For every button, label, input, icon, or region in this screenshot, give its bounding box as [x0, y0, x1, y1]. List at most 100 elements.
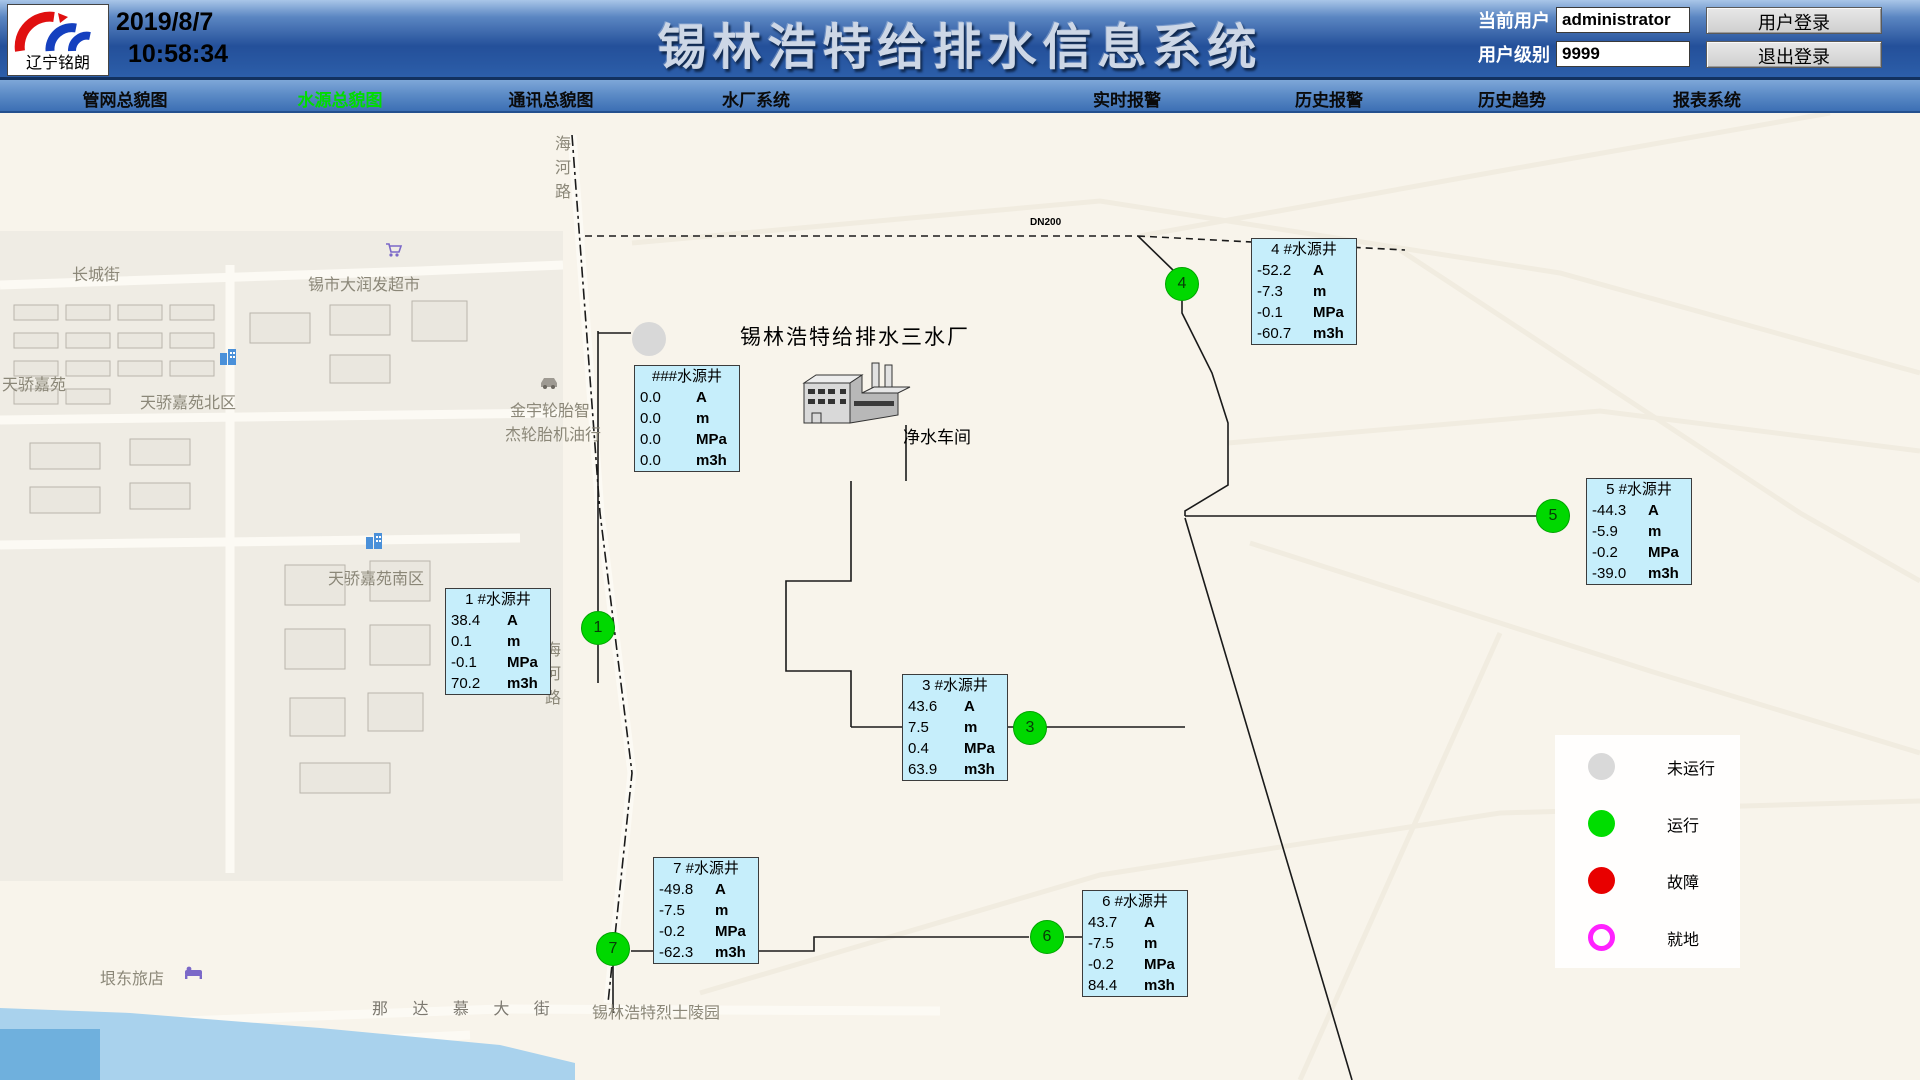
nav-waterworks-system[interactable]: 水厂系统 [722, 86, 790, 111]
local-swatch-icon [1588, 924, 1615, 951]
legend-label: 运行 [1667, 812, 1699, 836]
well-level: -7.5 [659, 900, 711, 921]
poi-label-tire-oil: 杰轮胎机油行 [505, 421, 601, 445]
unit-ampere: A [503, 610, 550, 631]
user-level-label: 用户级别 [1470, 41, 1550, 67]
well-pressure: -0.1 [451, 652, 503, 673]
well-pressure: 0.4 [908, 738, 960, 759]
well-pressure: -0.1 [1257, 302, 1309, 323]
unit-m3h: m3h [711, 942, 758, 963]
well-data-panel-1: 1 #水源井 38.4A 0.1m -0.1MPa 70.2m3h [445, 588, 551, 695]
well-data-panel-3: 3 #水源井 43.6A 7.5m 0.4MPa 63.9m3h [902, 674, 1008, 781]
well-title: 7 #水源井 [654, 858, 758, 879]
well-flow: 0.0 [640, 450, 692, 471]
well-data-panel-6: 6 #水源井 43.7A -7.5m -0.2MPa 84.4m3h [1082, 890, 1188, 997]
street-label: 长城街 [72, 261, 120, 285]
well-title: 4 #水源井 [1252, 239, 1356, 260]
well-number: 5 [1549, 507, 1558, 525]
nav-water-source-overview[interactable]: 水源总貌图 [298, 86, 383, 111]
header-bar: 辽宁铭朗 2019/8/7 10:58:34 锡林浩特给排水信息系统 当前用户 … [0, 0, 1920, 80]
well-marker-4[interactable]: 4 [1165, 267, 1199, 301]
logo-text: 辽宁铭朗 [26, 54, 90, 75]
nav-realtime-alarm[interactable]: 实时报警 [1093, 86, 1161, 111]
logout-button[interactable]: 退出登录 [1706, 41, 1882, 68]
unit-meter: m [711, 900, 758, 921]
scada-window: 辽宁铭朗 2019/8/7 10:58:34 锡林浩特给排水信息系统 当前用户 … [0, 0, 1920, 1080]
unit-ampere: A [711, 879, 758, 900]
unit-ampere: A [692, 387, 739, 408]
unit-ampere: A [960, 696, 1007, 717]
well-flow: 84.4 [1088, 975, 1140, 996]
well-current: -52.2 [1257, 260, 1309, 281]
logo-arcs-icon [14, 7, 102, 53]
bed-icon [185, 967, 202, 979]
well-flow: -39.0 [1592, 563, 1644, 584]
date-text: 2019/8/7 [116, 6, 228, 38]
legend-item-local: 就地 [1555, 906, 1740, 963]
current-user-field[interactable] [1556, 7, 1690, 33]
poi-label-cemetery: 锡林浩特烈士陵园 [592, 999, 720, 1023]
main-nav: 管网总貌图 水源总貌图 通讯总貌图 水厂系统 实时报警 历史报警 历史趋势 报表… [0, 80, 1920, 113]
nav-report-system[interactable]: 报表系统 [1673, 86, 1741, 111]
well-data-panel-4: 4 #水源井 -52.2A -7.3m -0.1MPa -60.7m3h [1251, 238, 1357, 345]
user-level-field[interactable] [1556, 41, 1690, 67]
factory-icon [804, 363, 910, 423]
well-level: 0.1 [451, 631, 503, 652]
nav-communication-overview[interactable]: 通讯总貌图 [509, 86, 594, 111]
well-current: -49.8 [659, 879, 711, 900]
poi-label-supermarket: 锡市大润发超市 [308, 271, 420, 295]
well-flow: -62.3 [659, 942, 711, 963]
well-title: 1 #水源井 [446, 589, 550, 610]
well-current: 43.7 [1088, 912, 1140, 933]
unit-meter: m [960, 717, 1007, 738]
nav-pipe-network-overview[interactable]: 管网总貌图 [83, 86, 168, 111]
fault-swatch-icon [1588, 867, 1615, 894]
nav-history-trend[interactable]: 历史趋势 [1478, 86, 1546, 111]
well-title: 3 #水源井 [903, 675, 1007, 696]
well-number: 7 [609, 940, 618, 958]
notrunning-swatch-icon [1588, 753, 1615, 780]
well-marker-1[interactable]: 1 [581, 611, 615, 645]
well-data-panel-7: 7 #水源井 -49.8A -7.5m -0.2MPa -62.3m3h [653, 857, 759, 964]
well-data-panel-unknown: ###水源井 0.0A 0.0m 0.0MPa 0.0m3h [634, 365, 740, 472]
well-number: 1 [594, 619, 603, 637]
well-pressure: 0.0 [640, 429, 692, 450]
well-pressure: -0.2 [1592, 542, 1644, 563]
plant-title: 锡林浩特给排水三水厂 [700, 321, 1010, 351]
legend-item-fault: 故障 [1555, 849, 1740, 906]
unit-m3h: m3h [1309, 323, 1356, 344]
unit-m3h: m3h [1644, 563, 1691, 584]
login-button[interactable]: 用户登录 [1706, 7, 1882, 34]
well-current: 0.0 [640, 387, 692, 408]
nav-history-alarm[interactable]: 历史报警 [1295, 86, 1363, 111]
well-marker-notrunning[interactable] [632, 322, 666, 356]
well-pressure: -0.2 [659, 921, 711, 942]
poi-label-tire-shop: 金宇轮胎智 [510, 397, 590, 421]
well-title: 6 #水源井 [1083, 891, 1187, 912]
unit-ampere: A [1140, 912, 1187, 933]
purification-room-label: 净水车间 [903, 423, 971, 448]
unit-mpa: MPa [960, 738, 1007, 759]
unit-m3h: m3h [503, 673, 550, 694]
well-flow: -60.7 [1257, 323, 1309, 344]
well-title: 5 #水源井 [1587, 479, 1691, 500]
unit-mpa: MPa [1309, 302, 1356, 323]
unit-mpa: MPa [711, 921, 758, 942]
well-level: -7.3 [1257, 281, 1309, 302]
time-text: 10:58:34 [116, 38, 228, 70]
district-label-north: 天骄嘉苑北区 [140, 389, 236, 413]
map-view: 长城街 锡市大润发超市 天骄嘉苑 天骄嘉苑北区 金宇轮胎智 杰轮胎机油行 天骄嘉… [0, 113, 1920, 1080]
well-marker-3[interactable]: 3 [1013, 711, 1047, 745]
legend-label: 故障 [1667, 869, 1699, 893]
user-area: 当前用户 用户登录 用户级别 退出登录 [1470, 6, 1890, 74]
well-flow: 70.2 [451, 673, 503, 694]
pipe-diameter-label: DN200 [1030, 217, 1061, 228]
unit-mpa: MPa [503, 652, 550, 673]
datetime: 2019/8/7 10:58:34 [116, 6, 228, 70]
well-data-panel-5: 5 #水源井 -44.3A -5.9m -0.2MPa -39.0m3h [1586, 478, 1692, 585]
well-marker-6[interactable]: 6 [1030, 920, 1064, 954]
well-marker-7[interactable]: 7 [596, 932, 630, 966]
well-marker-5[interactable]: 5 [1536, 499, 1570, 533]
unit-ampere: A [1644, 500, 1691, 521]
unit-m3h: m3h [1140, 975, 1187, 996]
